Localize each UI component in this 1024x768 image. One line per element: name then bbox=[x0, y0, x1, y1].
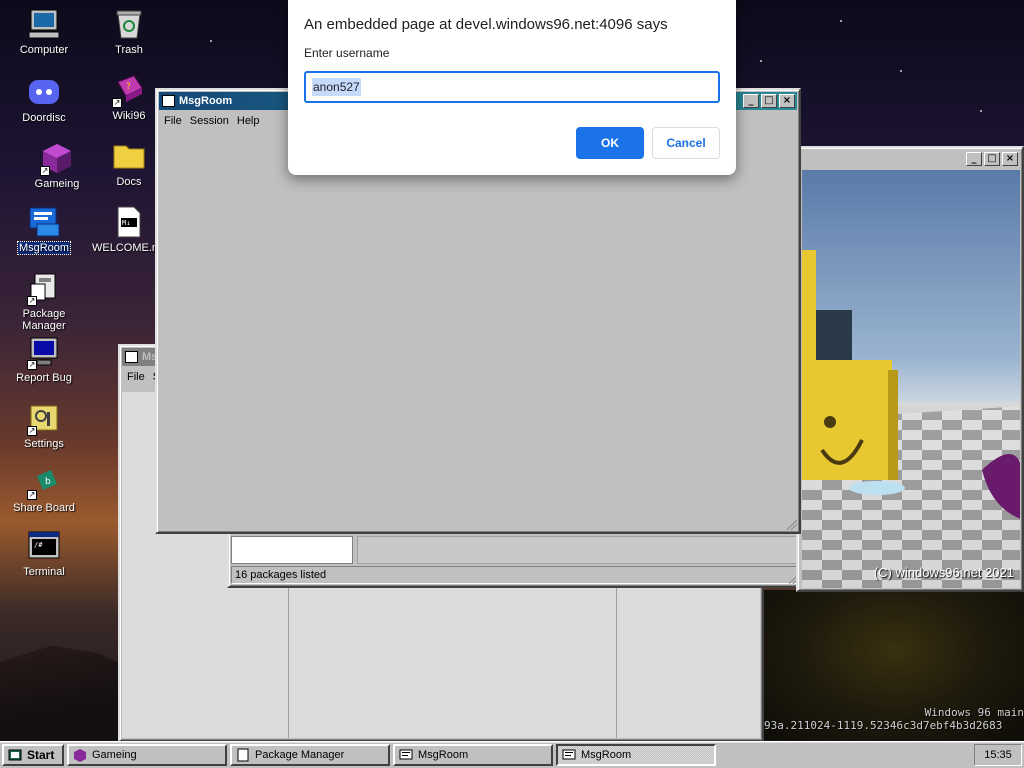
book-icon: ? ↗ bbox=[112, 74, 146, 108]
close-button[interactable]: × bbox=[1002, 152, 1018, 166]
desktop-icon-msgroom[interactable]: MsgRoom bbox=[6, 206, 82, 255]
ok-button[interactable]: OK bbox=[576, 127, 644, 159]
svg-text:/#: /# bbox=[34, 541, 43, 549]
chat-icon bbox=[162, 95, 175, 107]
trash-icon bbox=[112, 8, 146, 40]
desktop-icon-terminal[interactable]: /# Terminal bbox=[6, 530, 82, 578]
desktop-mountain bbox=[0, 645, 130, 750]
folder-icon bbox=[112, 140, 146, 172]
resize-grip[interactable] bbox=[787, 520, 797, 530]
desktop-icon-label: Settings bbox=[24, 438, 64, 450]
taskbar-item-msgroom[interactable]: MsgRoom bbox=[393, 744, 553, 766]
desktop-icon-share-board[interactable]: b ↗ Share Board bbox=[6, 466, 82, 514]
column-divider bbox=[288, 588, 289, 738]
desktop-icon-computer[interactable]: Computer bbox=[6, 8, 82, 56]
chat-icon bbox=[125, 351, 138, 363]
desktop-icon-label: Computer bbox=[19, 44, 69, 56]
status-text: 16 packages listed bbox=[235, 569, 327, 581]
menu-file[interactable]: File bbox=[161, 114, 185, 128]
taskbar-item-label: Package Manager bbox=[255, 749, 345, 761]
watermark-line2: 93a.211024-1119.52346c3d7ebf4b3d2683 bbox=[764, 719, 1003, 732]
monitor-icon: ↗ bbox=[27, 336, 61, 370]
taskbar-item-label: MsgRoom bbox=[581, 749, 632, 761]
build-watermark: Windows 96 main 93a.211024-1119.52346c3d… bbox=[764, 706, 1024, 732]
game-scene bbox=[802, 250, 1020, 588]
status-bar: 16 packages listed bbox=[231, 566, 799, 584]
cube-icon bbox=[74, 749, 86, 762]
settings-icon: ↗ bbox=[27, 402, 61, 436]
clock[interactable]: 15:35 bbox=[984, 749, 1012, 761]
window-title: MsgRoom bbox=[179, 95, 233, 107]
maximize-button[interactable]: □ bbox=[761, 94, 777, 108]
cancel-button[interactable]: Cancel bbox=[652, 127, 720, 159]
desktop-icon-label: Wiki96 bbox=[112, 110, 146, 122]
taskbar-item-package-manager[interactable]: Package Manager bbox=[230, 744, 390, 766]
cube-icon: ↗ bbox=[40, 142, 74, 176]
taskbar-item-gameing[interactable]: Gameing bbox=[67, 744, 227, 766]
msgroom-icon bbox=[399, 749, 413, 760]
minimize-button[interactable]: _ bbox=[743, 94, 759, 108]
start-label: Start bbox=[27, 748, 55, 762]
msgroom-icon bbox=[27, 206, 61, 238]
desktop-icon-label: Doordisc bbox=[22, 112, 66, 124]
menu-session[interactable]: Session bbox=[187, 114, 232, 128]
minimize-button[interactable]: _ bbox=[966, 152, 982, 166]
svg-text:?: ? bbox=[126, 82, 131, 92]
msgroom-front-content bbox=[159, 134, 797, 530]
maximize-button[interactable]: □ bbox=[984, 152, 1000, 166]
package-list[interactable] bbox=[231, 536, 353, 564]
username-input[interactable] bbox=[304, 71, 720, 103]
desktop-icon-package-manager[interactable]: ↗ Package Manager bbox=[6, 272, 82, 332]
desktop-icon-label: Package Manager bbox=[22, 308, 66, 332]
desktop-icon-settings[interactable]: ↗ Settings bbox=[6, 402, 82, 450]
selected-input-text: anon527 bbox=[312, 78, 361, 96]
computer-icon bbox=[27, 8, 61, 40]
desktop-icon-doordisc[interactable]: Doordisc bbox=[6, 76, 82, 124]
desktop-icon-label: Gameing bbox=[34, 178, 80, 190]
dialog-message: Enter username bbox=[304, 46, 390, 60]
taskbar: Start Gameing Package Manager MsgRoom Ms… bbox=[0, 741, 1024, 768]
desktop-icon-label: MsgRoom bbox=[16, 241, 72, 255]
prompt-dialog: An embedded page at devel.windows96.net:… bbox=[288, 0, 736, 175]
system-tray: 15:35 bbox=[974, 744, 1022, 766]
terminal-icon: /# bbox=[27, 530, 61, 562]
desktop-icon-trash[interactable]: Trash bbox=[91, 8, 167, 56]
markdown-file-icon: M↓ bbox=[112, 206, 146, 238]
taskbar-item-label: Gameing bbox=[92, 749, 137, 761]
start-icon bbox=[8, 749, 22, 761]
discord-icon bbox=[27, 76, 61, 108]
watermark-line1: Windows 96 main bbox=[924, 706, 1024, 719]
game-window[interactable]: _ □ × (C) windows96.net 2021 bbox=[796, 146, 1024, 592]
desktop-icon-label: Terminal bbox=[23, 566, 65, 578]
menu-file[interactable]: File bbox=[124, 370, 148, 384]
start-button[interactable]: Start bbox=[2, 744, 64, 766]
close-button[interactable]: × bbox=[779, 94, 795, 108]
shareboard-icon: b ↗ bbox=[27, 466, 61, 500]
game-caption: (C) windows96.net 2021 bbox=[873, 565, 1014, 580]
taskbar-item-label: MsgRoom bbox=[418, 749, 469, 761]
menu-help[interactable]: Help bbox=[234, 114, 263, 128]
desktop-icon-report-bug[interactable]: ↗ Report Bug bbox=[6, 336, 82, 384]
svg-text:M↓: M↓ bbox=[122, 219, 130, 227]
package-icon: ↗ bbox=[27, 272, 61, 306]
column-divider bbox=[616, 588, 617, 738]
package-icon bbox=[237, 748, 249, 762]
svg-text:b: b bbox=[45, 477, 51, 487]
desktop-icon-label: Trash bbox=[115, 44, 143, 56]
desktop-icon-label: Report Bug bbox=[16, 372, 72, 384]
desktop-icon-label: Share Board bbox=[13, 502, 75, 514]
package-detail-pane bbox=[357, 536, 799, 564]
game-viewport[interactable]: (C) windows96.net 2021 bbox=[802, 170, 1020, 588]
taskbar-item-msgroom-active[interactable]: MsgRoom bbox=[556, 744, 716, 766]
dialog-title: An embedded page at devel.windows96.net:… bbox=[304, 16, 668, 33]
desktop-icon-label: Docs bbox=[116, 176, 142, 188]
desktop-icon-gameing[interactable]: ↗ Gameing bbox=[19, 142, 95, 190]
msgroom-icon bbox=[562, 749, 576, 760]
game-titlebar[interactable]: _ □ × bbox=[800, 150, 1020, 168]
